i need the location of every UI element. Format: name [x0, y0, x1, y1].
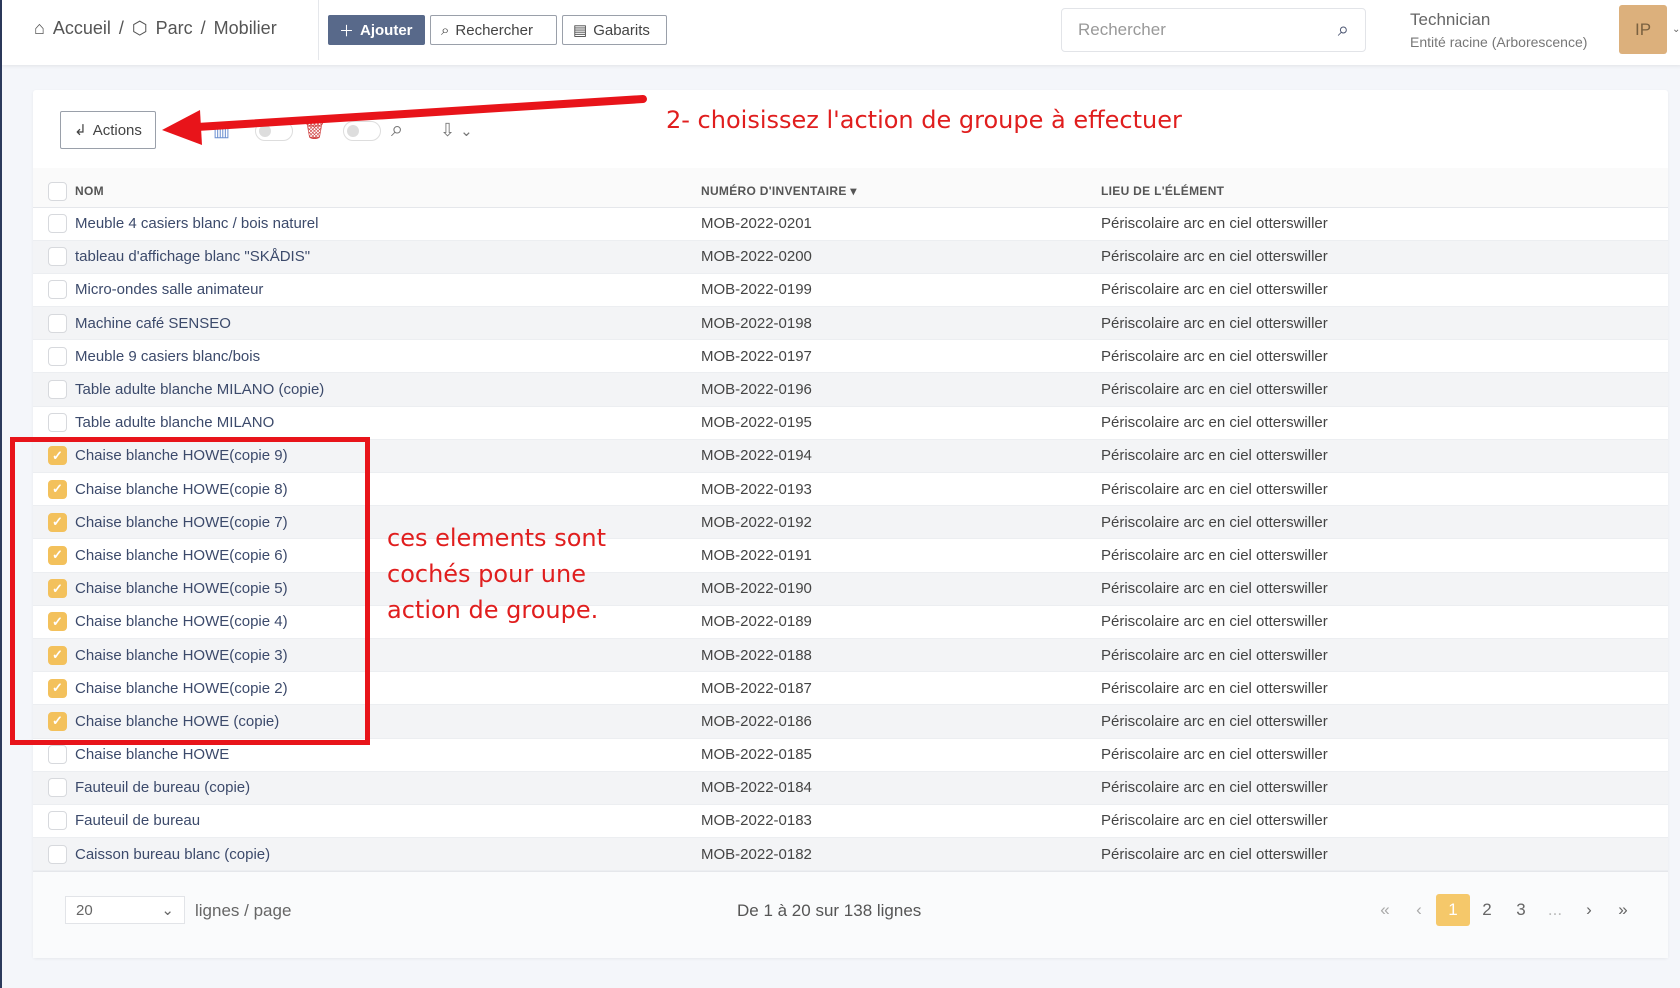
- annotation-step2: 2- choisissez l'action de groupe à effec…: [666, 106, 1182, 134]
- annotation-highlight-box: [10, 437, 370, 745]
- annotation-checked-note: ces elements sont cochés pour une action…: [387, 524, 606, 624]
